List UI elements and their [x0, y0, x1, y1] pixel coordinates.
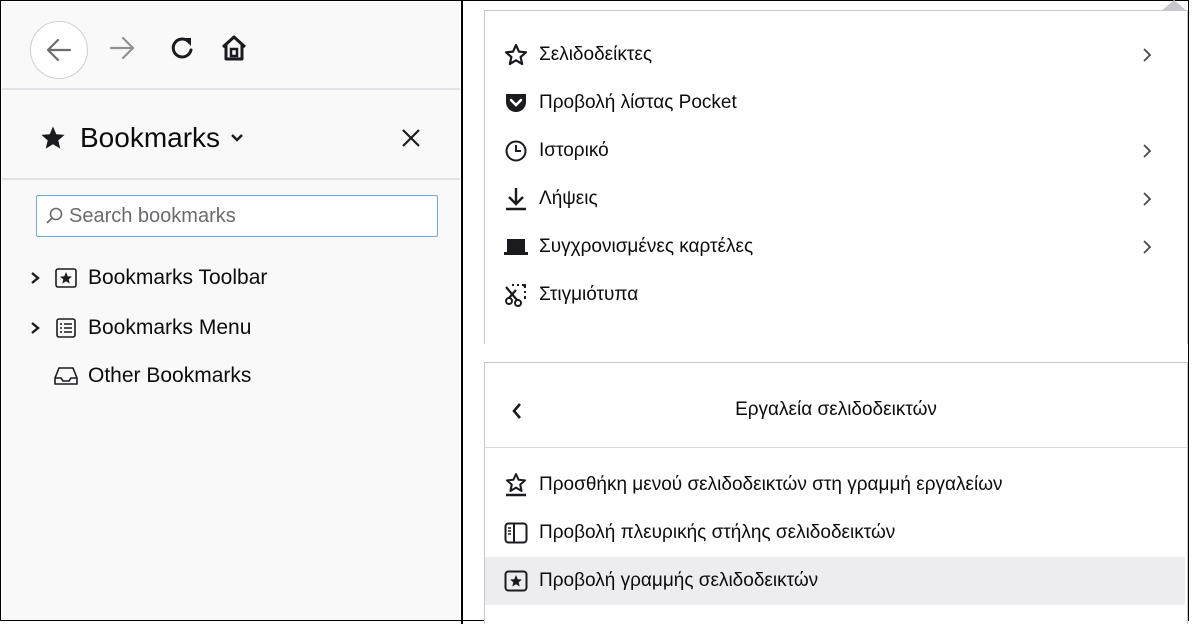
menu-item-add-menu-to-toolbar[interactable]: Προσθήκη μενού σελιδοδεικτών στη γραμμή … — [485, 461, 1185, 509]
menu-item-label: Συγχρονισμένες καρτέλες — [539, 236, 754, 257]
star-outline-icon — [503, 42, 529, 68]
tree-item-other-bookmarks[interactable]: Other Bookmarks — [26, 359, 251, 393]
bookmark-tools-panel: Εργαλεία σελιδοδεικτών Προσθήκη μενού σε… — [484, 362, 1188, 624]
forward-arrow-icon — [109, 36, 135, 60]
forward-button[interactable] — [102, 28, 142, 68]
back-arrow-icon — [46, 38, 72, 62]
toolbar-separator — [2, 88, 460, 90]
menu-item-view-bookmarks-toolbar[interactable]: Προβολή γραμμής σελιδοδεικτών — [485, 557, 1185, 605]
tree-item-label: Other Bookmarks — [88, 364, 252, 387]
menu-item-bookmarks[interactable]: Σελιδοδείκτες — [485, 31, 1185, 79]
folder-icon — [54, 364, 78, 388]
menu-item-label: Προβολή πλευρικής στήλης σελιδοδεικτών — [539, 522, 896, 543]
menu-item-label: Προβολή λίστας Pocket — [539, 92, 737, 113]
submenu-arrow-icon — [1139, 237, 1155, 257]
expand-arrow-icon[interactable] — [26, 319, 44, 337]
bookmarks-toolbar-icon — [503, 568, 529, 594]
bookmark-toolbar-icon — [54, 266, 78, 290]
bookmark-menu-icon — [54, 316, 78, 340]
synced-tabs-icon — [503, 234, 529, 260]
menu-item-label: Προσθήκη μενού σελιδοδεικτών στη γραμμή … — [539, 474, 1003, 495]
reload-icon — [171, 37, 193, 59]
add-menu-to-toolbar-icon — [503, 472, 529, 498]
close-icon — [402, 129, 420, 147]
tree-item-label: Bookmarks Menu — [88, 316, 252, 339]
pocket-icon — [503, 90, 529, 116]
close-sidebar-button[interactable] — [394, 121, 428, 155]
tree-item-label: Bookmarks Toolbar — [88, 266, 268, 289]
menu-item-history[interactable]: Ιστορικό — [485, 127, 1185, 175]
menu-item-view-sidebar[interactable]: Προβολή πλευρικής στήλης σελιδοδεικτών — [485, 509, 1185, 557]
back-button[interactable] — [30, 21, 88, 79]
menu-item-label: Προβολή γραμμής σελιδοδεικτών — [539, 570, 819, 591]
sidebar-title: Bookmarks — [80, 122, 221, 153]
tree-item-bookmarks-menu[interactable]: Bookmarks Menu — [26, 311, 251, 345]
subview-title: Εργαλεία σελιδοδεικτών — [735, 399, 937, 420]
menu-item-label: Λήψεις — [539, 188, 598, 209]
menu-item-label: Ιστορικό — [539, 140, 609, 161]
reload-button[interactable] — [162, 28, 202, 68]
home-button[interactable] — [214, 28, 254, 68]
home-icon — [221, 35, 247, 61]
submenu-arrow-icon — [1139, 45, 1155, 65]
browser-sidebar-view: Bookmarks Search bookmarks Bookmarks Too… — [2, 2, 460, 620]
subview-separator — [485, 447, 1187, 448]
search-placeholder: Search bookmarks — [69, 204, 236, 227]
tree-item-bookmarks-toolbar[interactable]: Bookmarks Toolbar — [26, 261, 267, 295]
menu-item-downloads[interactable]: Λήψεις — [485, 175, 1185, 223]
submenu-arrow-icon — [1139, 189, 1155, 209]
menu-item-pocket[interactable]: Προβολή λίστας Pocket — [485, 79, 1185, 127]
submenu-arrow-icon — [1139, 141, 1155, 161]
menu-item-synced-tabs[interactable]: Συγχρονισμένες καρτέλες — [485, 223, 1185, 271]
expand-arrow-icon[interactable] — [26, 269, 44, 287]
download-icon — [503, 186, 529, 212]
navigation-toolbar — [2, 2, 460, 88]
menu-item-label: Σελιδοδείκτες — [539, 44, 652, 65]
subview-header: Εργαλεία σελιδοδεικτών — [485, 383, 1187, 439]
screenshot-icon — [503, 282, 529, 308]
search-bookmarks-input[interactable]: Search bookmarks — [36, 195, 438, 237]
header-separator — [2, 178, 460, 180]
chevron-down-icon — [230, 133, 244, 143]
clock-icon — [503, 138, 529, 164]
menu-item-screenshots[interactable]: Στιγμιότυπα — [485, 271, 1185, 319]
library-menu-panel: Σελιδοδείκτες Προβολή λίστας Pocket Ιστο… — [484, 10, 1188, 344]
sidebar-switcher[interactable]: Bookmarks — [40, 118, 244, 158]
column-divider — [461, 0, 463, 624]
menu-item-label: Στιγμιότυπα — [539, 284, 639, 305]
star-filled-icon — [41, 126, 65, 149]
sidebar-icon — [503, 520, 529, 546]
search-icon — [46, 207, 63, 224]
